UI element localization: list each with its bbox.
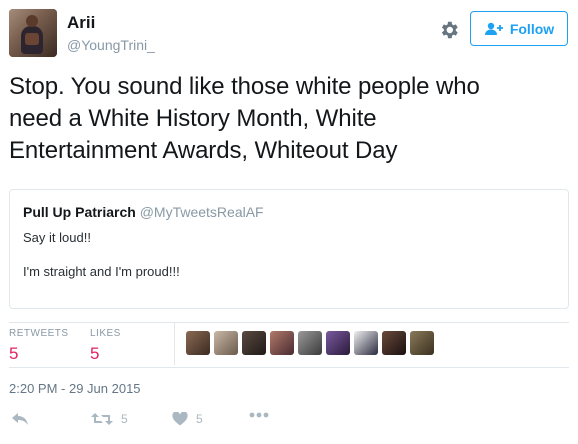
user-handle[interactable]: @YoungTrini_: [67, 37, 155, 53]
liker-avatar[interactable]: [242, 331, 266, 355]
retweet-count: 5: [121, 412, 128, 426]
add-user-icon: [484, 22, 503, 35]
gear-icon[interactable]: [438, 19, 460, 41]
divider: [9, 367, 569, 368]
liker-avatar[interactable]: [382, 331, 406, 355]
avatar[interactable]: [9, 9, 57, 57]
liker-avatar[interactable]: [214, 331, 238, 355]
tweet-text-line: Entertainment Awards, Whiteout Day: [9, 137, 398, 164]
liker-avatar[interactable]: [410, 331, 434, 355]
likes-label: LIKES: [90, 328, 121, 339]
like-count: 5: [196, 412, 203, 426]
retweets-stat[interactable]: RETWEETS 5: [9, 328, 69, 364]
likes-stat[interactable]: LIKES 5: [90, 328, 121, 364]
like-button[interactable]: 5: [172, 412, 203, 426]
tweet-text-line: need a White History Month, White: [9, 105, 377, 132]
quoted-author: Pull Up Patriarch @MyTweetsRealAF: [23, 204, 264, 220]
liker-avatar[interactable]: [326, 331, 350, 355]
quoted-author-name: Pull Up Patriarch: [23, 204, 136, 220]
quoted-text-line: Say it loud!!: [23, 230, 91, 245]
retweets-label: RETWEETS: [9, 328, 69, 339]
tweet-actions: 5 5: [9, 412, 309, 432]
tweet-text-line: Stop. You sound like those white people …: [9, 73, 480, 100]
liker-avatar[interactable]: [186, 331, 210, 355]
reply-button[interactable]: [11, 412, 29, 426]
user-name[interactable]: Arii: [67, 13, 95, 33]
more-icon: [249, 412, 269, 418]
divider: [9, 322, 569, 323]
retweet-button[interactable]: 5: [91, 412, 128, 426]
retweets-count: 5: [9, 344, 19, 363]
follow-label: Follow: [509, 20, 555, 37]
liker-avatar[interactable]: [298, 331, 322, 355]
tweet-text: Stop. You sound like those white people …: [9, 71, 569, 167]
more-button[interactable]: [249, 412, 269, 418]
quoted-tweet[interactable]: Pull Up Patriarch @MyTweetsRealAF Say it…: [9, 189, 569, 309]
reply-icon: [12, 413, 28, 425]
heart-icon: [172, 412, 188, 426]
likes-count: 5: [90, 344, 100, 363]
tweet-header: Arii @YoungTrini_ Follow: [9, 8, 569, 60]
quoted-author-handle: @MyTweetsRealAF: [139, 204, 264, 220]
follow-button[interactable]: Follow: [470, 11, 568, 46]
quoted-text-line: I'm straight and I'm proud!!!: [23, 264, 180, 279]
liker-avatar[interactable]: [354, 331, 378, 355]
tweet-timestamp[interactable]: 2:20 PM - 29 Jun 2015: [9, 381, 141, 396]
stats-separator: [174, 323, 175, 365]
retweet-icon: [91, 413, 113, 425]
likers-avatars: [186, 331, 434, 355]
liker-avatar[interactable]: [270, 331, 294, 355]
